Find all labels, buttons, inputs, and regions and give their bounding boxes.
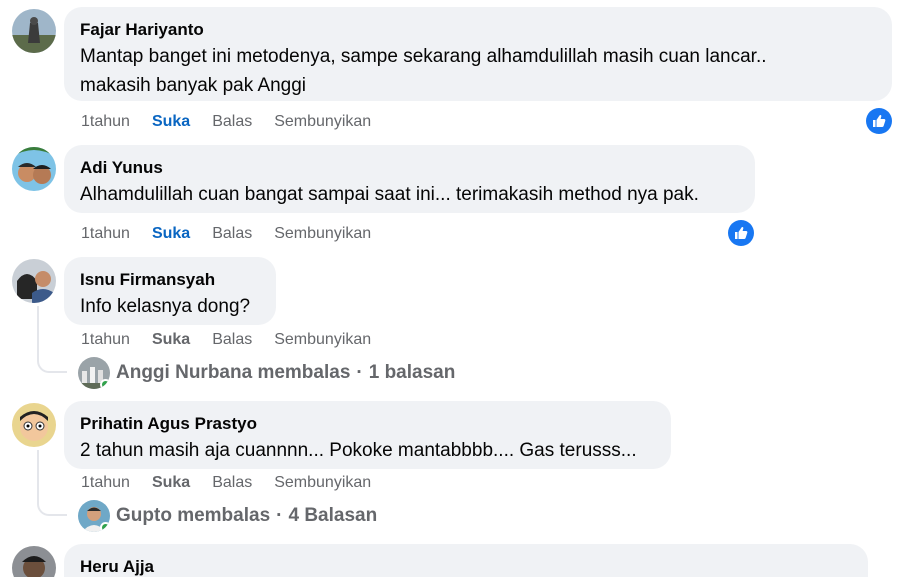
comment-actions: 1tahun Suka Balas Sembunyikan	[81, 225, 393, 243]
comment-text: Mantap banget ini metodenya, sampe sekar…	[80, 46, 767, 96]
comment-actions: 1tahun Suka Balas Sembunyikan	[81, 474, 393, 492]
comment-author[interactable]: Heru Ajja	[80, 556, 852, 577]
comment-text: Alhamdulillah cuan bangat sampai saat in…	[80, 184, 699, 205]
comment-time[interactable]: 1tahun	[81, 113, 130, 131]
comment-actions: 1tahun Suka Balas Sembunyikan	[81, 331, 393, 349]
comment-time[interactable]: 1tahun	[81, 225, 130, 243]
comment-author[interactable]: Isnu Firmansyah	[80, 269, 260, 291]
avatar[interactable]	[12, 9, 56, 53]
hide-button[interactable]: Sembunyikan	[274, 225, 371, 243]
hide-button[interactable]: Sembunyikan	[274, 113, 371, 131]
comment-bubble: Fajar Hariyanto Mantap banget ini metode…	[64, 7, 892, 101]
hide-button[interactable]: Sembunyikan	[274, 474, 371, 492]
thread-connector	[37, 306, 67, 373]
reply-button[interactable]: Balas	[212, 474, 252, 492]
avatar	[78, 500, 110, 532]
avatar[interactable]	[12, 147, 56, 191]
avatar	[78, 357, 110, 389]
comment-bubble: Isnu Firmansyah Info kelasnya dong?	[64, 257, 276, 325]
thumbs-up-icon[interactable]	[866, 108, 892, 134]
hide-button[interactable]: Sembunyikan	[274, 331, 371, 349]
comment-author[interactable]: Adi Yunus	[80, 157, 739, 179]
replies-author: Anggi Nurbana membalas	[116, 362, 351, 383]
thumbs-up-icon[interactable]	[728, 220, 754, 246]
comment-actions: 1tahun Suka Balas Sembunyikan	[81, 113, 393, 131]
avatar[interactable]	[12, 546, 56, 577]
avatar[interactable]	[12, 403, 56, 447]
reply-button[interactable]: Balas	[212, 113, 252, 131]
comment-author[interactable]: Fajar Hariyanto	[80, 19, 876, 41]
comment-bubble: Adi Yunus Alhamdulillah cuan bangat samp…	[64, 145, 755, 213]
comment-bubble: Prihatin Agus Prastyo 2 tahun masih aja …	[64, 401, 671, 469]
comment-text: Info kelasnya dong?	[80, 296, 251, 317]
reply-button[interactable]: Balas	[212, 331, 252, 349]
thread-connector	[37, 450, 67, 516]
comment-time[interactable]: 1tahun	[81, 331, 130, 349]
comment-author[interactable]: Prihatin Agus Prastyo	[80, 413, 655, 435]
comment-text: 2 tahun masih aja cuannnn... Pokoke mant…	[80, 440, 637, 461]
replies-count: 1 balasan	[368, 362, 456, 383]
like-button[interactable]: Suka	[152, 331, 190, 349]
avatar[interactable]	[12, 259, 56, 303]
view-replies-button[interactable]: Gupto membalas · 4 Balasan	[78, 500, 377, 532]
reply-button[interactable]: Balas	[212, 225, 252, 243]
comment-bubble: Heru Ajja	[64, 544, 868, 577]
like-button[interactable]: Suka	[152, 225, 190, 243]
online-status-dot	[100, 379, 110, 389]
like-button[interactable]: Suka	[152, 474, 190, 492]
online-status-dot	[100, 522, 110, 532]
replies-author: Gupto membalas	[116, 505, 271, 526]
replies-count: 4 Balasan	[288, 505, 378, 526]
like-button[interactable]: Suka	[152, 113, 190, 131]
comment-time[interactable]: 1tahun	[81, 474, 130, 492]
view-replies-button[interactable]: Anggi Nurbana membalas · 1 balasan	[78, 357, 455, 389]
